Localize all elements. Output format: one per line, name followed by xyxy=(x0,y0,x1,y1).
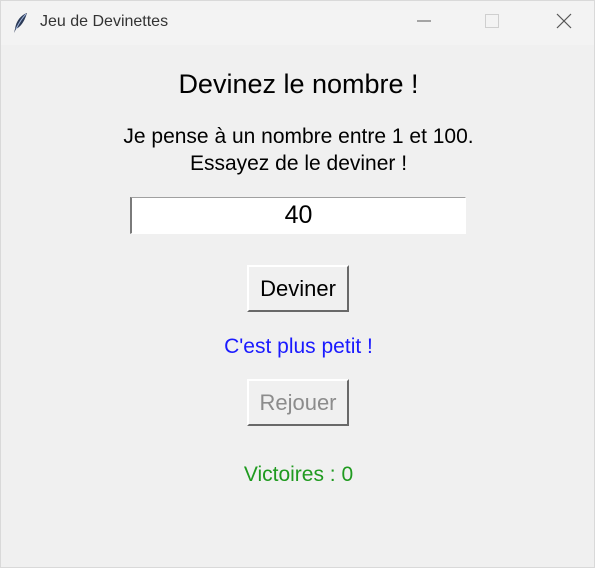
game-heading: Devinez le nombre ! xyxy=(178,69,419,99)
wins-counter: Victoires : 0 xyxy=(243,463,354,486)
feather-icon xyxy=(12,12,30,34)
app-window: Jeu de Devinettes Devinez le nombre ! Je… xyxy=(0,0,595,568)
maximize-button xyxy=(469,1,515,45)
feedback-message: C'est plus petit ! xyxy=(224,335,373,358)
game-panel: Devinez le nombre ! Je pense à un nombre… xyxy=(1,45,595,568)
replay-button: Rejouer xyxy=(247,379,349,426)
title-bar[interactable]: Jeu de Devinettes xyxy=(1,1,594,45)
minimize-button[interactable] xyxy=(401,1,447,45)
minimize-icon xyxy=(417,14,431,33)
maximize-icon xyxy=(485,13,499,33)
guess-input[interactable] xyxy=(130,197,466,234)
close-button[interactable] xyxy=(541,1,587,45)
instruction-line-2: Essayez de le deviner ! xyxy=(189,152,408,175)
guess-button[interactable]: Deviner xyxy=(247,265,349,312)
window-title: Jeu de Devinettes xyxy=(40,13,169,30)
instruction-line-1: Je pense à un nombre entre 1 et 100. xyxy=(123,125,474,148)
close-icon xyxy=(556,13,572,34)
